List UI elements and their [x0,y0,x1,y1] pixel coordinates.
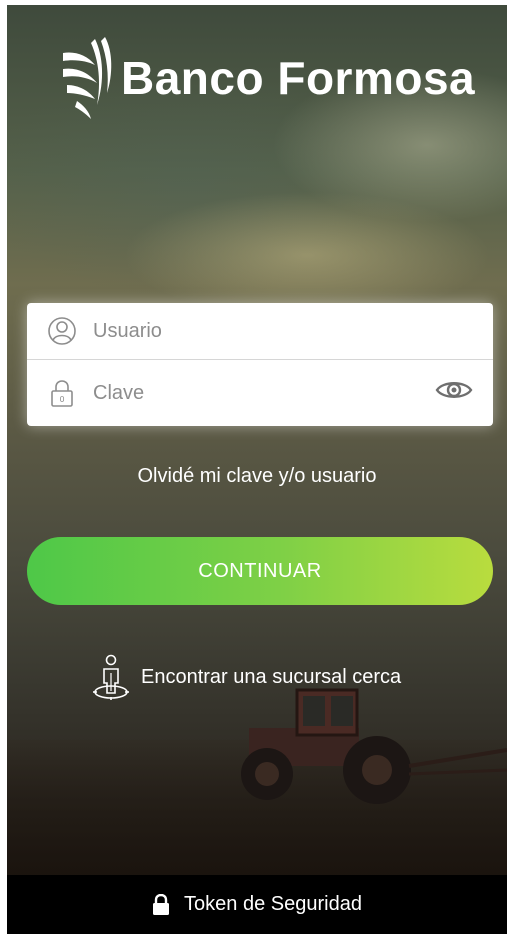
find-branch-label: Encontrar una sucursal cerca [141,665,402,688]
user-circle-icon [48,317,76,345]
lock-icon [153,893,170,915]
password-row: 0 [27,360,493,426]
bank-logo-mark-icon [63,37,112,119]
eye-icon[interactable] [435,378,473,402]
continue-button[interactable]: CONTINUAR [27,537,493,605]
svg-text:0: 0 [59,395,64,404]
find-branch-link[interactable]: Encontrar una sucursal cerca [91,653,401,701]
username-input[interactable] [93,319,413,343]
forgot-credentials-link[interactable]: Olvidé mi clave y/o usuario [7,465,507,488]
username-row [27,303,493,360]
login-form: 0 [27,303,493,426]
person-location-icon [93,654,129,700]
bank-logo: Banco Formosa [57,33,477,123]
bank-name: Banco Formosa [121,52,476,104]
password-input[interactable] [93,381,413,405]
padlock-icon: 0 [51,380,73,407]
security-token-label: Token de Seguridad [184,893,362,915]
security-token-bar[interactable]: Token de Seguridad [7,875,507,934]
login-screen: Banco Formosa 0 Olvidé mi clave [7,5,507,934]
